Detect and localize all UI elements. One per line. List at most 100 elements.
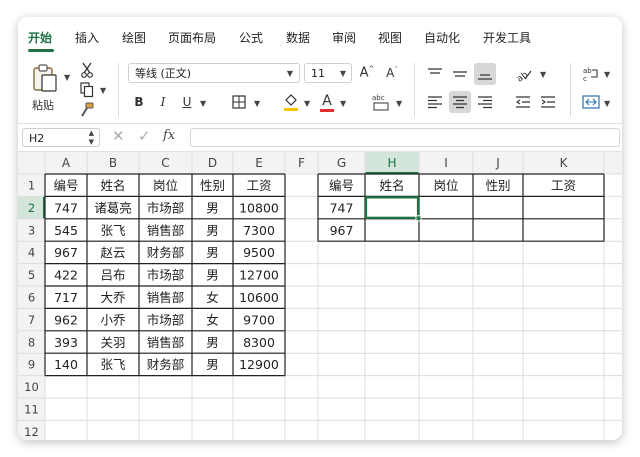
grow-font-button[interactable]: A^ — [358, 63, 376, 83]
scissors-icon — [81, 62, 93, 78]
copy-button[interactable] — [78, 81, 96, 99]
wrap-text-dropdown-caret[interactable]: ▼ — [604, 70, 610, 79]
paste-button[interactable] — [30, 61, 60, 95]
table1-cell: 女 — [206, 312, 219, 327]
font-name-value: 等线 (正文) — [135, 67, 192, 80]
svg-text:ab: ab — [583, 67, 592, 75]
font-color-button[interactable]: A — [318, 91, 336, 113]
row-header-6: 6 — [28, 291, 35, 305]
tab-insert[interactable]: 插入 — [75, 29, 99, 46]
wrap-text-button[interactable]: ab c — [580, 63, 602, 85]
format-painter-button[interactable] — [78, 101, 96, 119]
copy-dropdown-caret[interactable]: ▼ — [100, 86, 106, 95]
shrink-font-button[interactable]: Aˇ — [383, 63, 401, 83]
table1-cell: 9500 — [243, 245, 275, 260]
fill-handle[interactable] — [415, 215, 422, 222]
italic-button[interactable]: I — [156, 93, 170, 111]
tab-page-layout[interactable]: 页面布局 — [168, 29, 216, 46]
table1-cell: 7300 — [243, 223, 275, 238]
tab-draw[interactable]: 绘图 — [122, 29, 146, 46]
fill-color-dropdown-caret[interactable]: ▼ — [304, 99, 310, 108]
borders-dropdown-caret[interactable]: ▼ — [254, 99, 260, 108]
svg-text:ab: ab — [515, 70, 530, 82]
orientation-dropdown-caret[interactable]: ▼ — [540, 70, 546, 79]
increase-indent-button[interactable] — [537, 91, 559, 113]
brush-icon — [81, 102, 94, 117]
row-header-2: 2 — [28, 201, 35, 215]
align-bottom-button[interactable] — [474, 63, 496, 85]
tab-developer[interactable]: 开发工具 — [483, 29, 531, 46]
table1-header-cell: 工资 — [246, 178, 271, 193]
align-left-button[interactable] — [424, 91, 446, 113]
table1-cell: 12700 — [239, 268, 279, 283]
spreadsheet-canvas[interactable]: A B C D E F G H I J K123456789101112编号 姓名 岗位 性别 工资747 诸… — [18, 152, 622, 440]
table1-header-cell: 姓名 — [100, 178, 125, 193]
tab-review[interactable]: 审阅 — [332, 29, 356, 46]
tab-data[interactable]: 数据 — [286, 29, 310, 46]
row-header-9: 9 — [28, 358, 35, 372]
phonetic-icon: abc — [372, 94, 389, 111]
table1-cell: 大乔 — [100, 290, 126, 305]
insert-function-button[interactable]: fx — [163, 128, 175, 143]
row-header-11: 11 — [24, 403, 39, 417]
table1-cell: 962 — [54, 312, 78, 327]
table2-header-cell: 编号 — [329, 178, 354, 193]
paste-dropdown-caret[interactable]: ▼ — [64, 73, 70, 82]
tab-view[interactable]: 视图 — [378, 29, 402, 46]
grow-font-icon: A^ — [359, 65, 375, 81]
tab-home[interactable]: 开始 — [28, 29, 52, 46]
name-box-value: H2 — [29, 132, 45, 145]
row-header-4: 4 — [28, 246, 35, 260]
decrease-indent-icon — [516, 96, 530, 108]
font-color-dropdown-caret[interactable]: ▼ — [340, 99, 346, 108]
table1-cell: 8300 — [243, 335, 275, 350]
table1-cell: 关羽 — [100, 335, 125, 350]
svg-text:abc: abc — [372, 94, 385, 102]
table1-cell: 销售部 — [147, 335, 185, 350]
active-cell-selection[interactable] — [364, 196, 420, 219]
underline-dropdown-caret[interactable]: ▼ — [200, 99, 206, 108]
cut-button[interactable] — [78, 61, 96, 79]
table1-cell: 市场部 — [147, 268, 185, 283]
formula-input[interactable] — [190, 128, 620, 147]
fill-color-button[interactable] — [282, 91, 300, 113]
align-top-button[interactable] — [424, 63, 446, 85]
align-right-button[interactable] — [474, 91, 496, 113]
enter-icon[interactable]: ✓ — [138, 127, 151, 145]
cancel-icon[interactable]: ✕ — [112, 127, 125, 145]
column-header-i: I — [444, 156, 448, 170]
align-middle-button[interactable] — [449, 63, 471, 85]
table1-cell: 男 — [206, 335, 219, 350]
merge-dropdown-caret[interactable]: ▼ — [604, 99, 610, 108]
ribbon-separator — [118, 63, 119, 117]
worksheet-grid[interactable]: A B C D E F G H I J K 1 2 3 4 5 6 7 8 9 10 11 12 编号 姓名 岗位 性别 工资 747 诸… — [18, 152, 622, 440]
bold-button[interactable]: B — [132, 93, 146, 111]
underline-button[interactable]: U — [180, 93, 194, 111]
orientation-button[interactable]: ab — [512, 63, 536, 85]
align-center-button[interactable] — [449, 91, 471, 113]
name-box-stepper[interactable]: ▲ ▼ — [89, 129, 94, 147]
table1-cell: 女 — [206, 290, 219, 305]
tab-formulas[interactable]: 公式 — [239, 29, 263, 46]
phonetic-dropdown-caret[interactable]: ▼ — [396, 99, 402, 108]
table1-cell: 男 — [206, 245, 219, 260]
table1-cell: 717 — [54, 290, 78, 305]
phonetic-button[interactable]: abc — [370, 91, 392, 113]
merge-center-button[interactable] — [580, 91, 602, 113]
font-size-select[interactable]: 11 ▼ — [304, 63, 352, 83]
column-header-a: A — [62, 156, 71, 170]
excel-window: 开始 插入 绘图 页面布局 公式 数据 审阅 视图 自动化 开发工具 ▼ 粘贴 — [18, 17, 622, 440]
column-header-j: J — [495, 156, 500, 170]
decrease-indent-button[interactable] — [512, 91, 534, 113]
column-header-e: E — [255, 156, 263, 170]
borders-button[interactable] — [230, 93, 248, 111]
tab-automate[interactable]: 自动化 — [424, 29, 460, 46]
font-name-select[interactable]: 等线 (正文) ▼ — [128, 63, 300, 83]
name-box[interactable]: H2 ▲ ▼ — [22, 128, 100, 147]
table1-cell: 男 — [206, 268, 219, 283]
table1-cell: 140 — [54, 357, 78, 372]
table1-cell: 男 — [206, 223, 219, 238]
table2-header-cell: 姓名 — [379, 178, 404, 193]
align-top-icon — [428, 68, 442, 74]
table2-cell: 747 — [330, 200, 354, 215]
